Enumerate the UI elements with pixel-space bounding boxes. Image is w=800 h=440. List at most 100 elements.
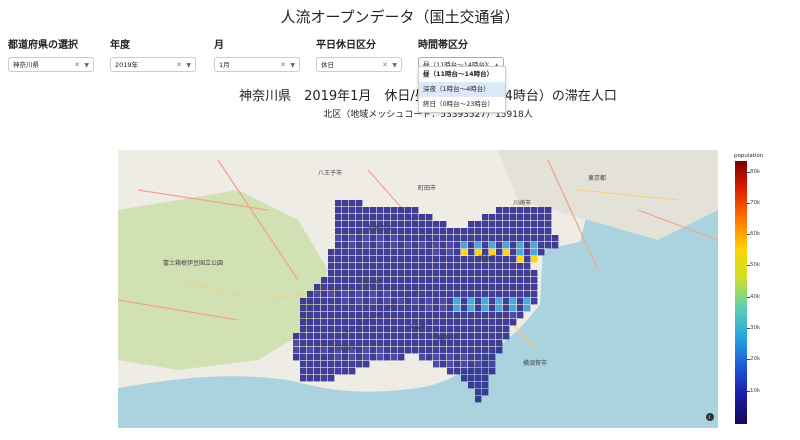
mesh-cell[interactable]: [468, 277, 475, 284]
mesh-cell[interactable]: [510, 235, 517, 242]
mesh-cell[interactable]: [335, 249, 342, 256]
mesh-cell[interactable]: [545, 221, 552, 228]
mesh-cell[interactable]: [482, 235, 489, 242]
mesh-cell[interactable]: [475, 235, 482, 242]
mesh-cell[interactable]: [517, 291, 524, 298]
mesh-cell[interactable]: [370, 347, 377, 354]
mesh-cell[interactable]: [391, 235, 398, 242]
mesh-cell[interactable]: [461, 333, 468, 340]
mesh-cell[interactable]: [503, 319, 510, 326]
mesh-cell[interactable]: [300, 340, 307, 347]
mesh-cell[interactable]: [300, 326, 307, 333]
mesh-cell[interactable]: [342, 200, 349, 207]
mesh-cell[interactable]: [342, 277, 349, 284]
mesh-cell[interactable]: [433, 312, 440, 319]
year-select[interactable]: 2019年 ✕ ▼: [110, 57, 196, 72]
chevron-down-icon[interactable]: ▼: [84, 58, 89, 73]
mesh-cell[interactable]: [482, 298, 489, 305]
mesh-cell[interactable]: [356, 291, 363, 298]
mesh-cell[interactable]: [503, 242, 510, 249]
mesh-cell[interactable]: [377, 319, 384, 326]
mesh-cell[interactable]: [314, 319, 321, 326]
mesh-cell[interactable]: [307, 298, 314, 305]
mesh-cell[interactable]: [370, 249, 377, 256]
mesh-cell[interactable]: [391, 291, 398, 298]
mesh-cell[interactable]: [489, 270, 496, 277]
mesh-cell[interactable]: [405, 305, 412, 312]
mesh-cell[interactable]: [328, 270, 335, 277]
mesh-cell[interactable]: [447, 256, 454, 263]
mesh-cell[interactable]: [496, 340, 503, 347]
mesh-cell[interactable]: [363, 340, 370, 347]
mesh-cell[interactable]: [461, 312, 468, 319]
mesh-cell[interactable]: [349, 368, 356, 375]
mesh-cell[interactable]: [356, 333, 363, 340]
mesh-cell[interactable]: [482, 375, 489, 382]
mesh-cell[interactable]: [349, 326, 356, 333]
mesh-cell[interactable]: [307, 361, 314, 368]
mesh-cell[interactable]: [412, 228, 419, 235]
mesh-cell[interactable]: [517, 263, 524, 270]
mesh-cell[interactable]: [468, 319, 475, 326]
mesh-cell[interactable]: [482, 305, 489, 312]
mesh-cell[interactable]: [538, 228, 545, 235]
mesh-cell[interactable]: [496, 284, 503, 291]
mesh-cell[interactable]: [405, 340, 412, 347]
mesh-cell[interactable]: [440, 263, 447, 270]
mesh-cell[interactable]: [419, 340, 426, 347]
mesh-cell[interactable]: [335, 270, 342, 277]
mesh-cell[interactable]: [482, 368, 489, 375]
mesh-cell[interactable]: [307, 312, 314, 319]
mesh-cell[interactable]: [384, 214, 391, 221]
mesh-cell[interactable]: [454, 256, 461, 263]
clear-icon[interactable]: ✕: [176, 58, 182, 73]
mesh-cell[interactable]: [496, 277, 503, 284]
mesh-cell[interactable]: [391, 256, 398, 263]
mesh-cell[interactable]: [503, 263, 510, 270]
mesh-cell[interactable]: [300, 347, 307, 354]
mesh-cell[interactable]: [510, 263, 517, 270]
mesh-cell[interactable]: [363, 361, 370, 368]
mesh-cell[interactable]: [314, 333, 321, 340]
clear-icon[interactable]: ✕: [74, 58, 80, 73]
mesh-cell[interactable]: [517, 312, 524, 319]
mesh-cell[interactable]: [398, 347, 405, 354]
mesh-cell[interactable]: [328, 368, 335, 375]
mesh-cell[interactable]: [496, 207, 503, 214]
mesh-cell[interactable]: [447, 361, 454, 368]
mesh-cell[interactable]: [524, 291, 531, 298]
mesh-cell[interactable]: [363, 256, 370, 263]
mesh-cell[interactable]: [349, 298, 356, 305]
mesh-cell[interactable]: [356, 319, 363, 326]
mesh-cell[interactable]: [440, 228, 447, 235]
mesh-cell[interactable]: [510, 284, 517, 291]
mesh-cell[interactable]: [342, 221, 349, 228]
mesh-cell[interactable]: [468, 242, 475, 249]
mesh-cell[interactable]: [370, 340, 377, 347]
mesh-cell[interactable]: [489, 214, 496, 221]
mesh-cell[interactable]: [321, 298, 328, 305]
mesh-cell[interactable]: [489, 242, 496, 249]
mesh-cell[interactable]: [405, 221, 412, 228]
mesh-cell[interactable]: [384, 312, 391, 319]
mesh-cell[interactable]: [356, 228, 363, 235]
mesh-cell[interactable]: [391, 333, 398, 340]
mesh-cell[interactable]: [461, 235, 468, 242]
mesh-cell[interactable]: [398, 298, 405, 305]
mesh-cell[interactable]: [412, 221, 419, 228]
mesh-cell[interactable]: [468, 256, 475, 263]
mesh-cell[interactable]: [517, 228, 524, 235]
mesh-cell[interactable]: [356, 298, 363, 305]
mesh-cell[interactable]: [335, 326, 342, 333]
mesh-cell[interactable]: [363, 298, 370, 305]
mesh-cell[interactable]: [468, 361, 475, 368]
mesh-cell[interactable]: [524, 256, 531, 263]
mesh-cell[interactable]: [307, 340, 314, 347]
mesh-cell[interactable]: [377, 312, 384, 319]
mesh-cell[interactable]: [363, 249, 370, 256]
mesh-cell[interactable]: [419, 214, 426, 221]
mesh-cell[interactable]: [398, 277, 405, 284]
mesh-cell[interactable]: [398, 326, 405, 333]
mesh-cell[interactable]: [356, 354, 363, 361]
mesh-cell[interactable]: [440, 319, 447, 326]
